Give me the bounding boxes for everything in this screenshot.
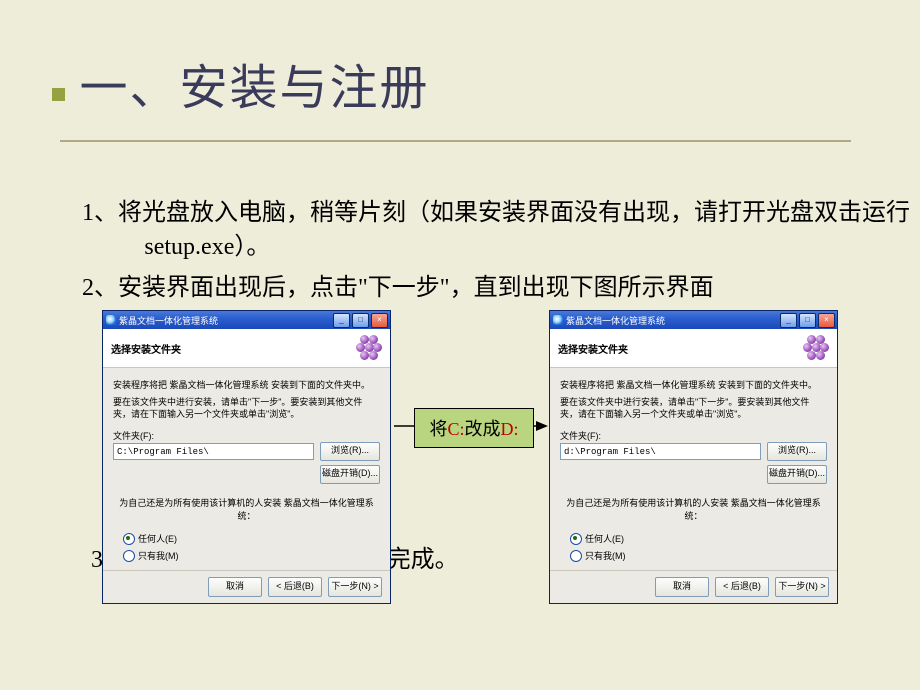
- maximize-button[interactable]: □: [799, 313, 816, 328]
- folder-label: 文件夹(F):: [560, 429, 827, 442]
- radio-only-me-label: 只有我(M): [585, 549, 626, 562]
- callout-from: C:: [447, 419, 464, 439]
- callout-to: D:: [501, 419, 519, 439]
- radio-icon: [570, 533, 582, 545]
- dialog-content: 安装程序将把 紫晶文档一体化管理系统 安装到下面的文件夹中。 要在该文件夹中进行…: [550, 368, 837, 570]
- window-title: 紫晶文档一体化管理系统: [566, 314, 665, 327]
- radio-everyone[interactable]: 任何人(E): [123, 532, 380, 545]
- window-title: 紫晶文档一体化管理系统: [119, 314, 218, 327]
- install-info-2: 要在该文件夹中进行安装，请单击"下一步"。要安装到其他文件夹，请在下面输入另一个…: [113, 396, 380, 420]
- logo-icon: [356, 335, 382, 361]
- folder-path-input[interactable]: [560, 443, 761, 460]
- folder-path-input[interactable]: [113, 443, 314, 460]
- radio-only-me[interactable]: 只有我(M): [123, 549, 380, 562]
- minimize-button[interactable]: _: [333, 313, 350, 328]
- back-button[interactable]: < 后退(B): [715, 577, 769, 597]
- app-icon: [106, 315, 116, 325]
- dialog-header: 选择安装文件夹: [550, 329, 837, 368]
- callout-prefix: 将: [429, 419, 447, 439]
- dialog-content: 安装程序将把 紫晶文档一体化管理系统 安装到下面的文件夹中。 要在该文件夹中进行…: [103, 368, 390, 570]
- install-for-note: 为自己还是为所有使用该计算机的人安装 紫晶文档一体化管理系统：: [560, 496, 827, 522]
- bullet-square-icon: [52, 88, 65, 101]
- dialog-footer: 取消 < 后退(B) 下一步(N) >: [550, 570, 837, 603]
- install-info-1: 安装程序将把 紫晶文档一体化管理系统 安装到下面的文件夹中。: [560, 378, 827, 391]
- dialog-header: 选择安装文件夹: [103, 329, 390, 368]
- app-icon: [553, 315, 563, 325]
- browse-button[interactable]: 浏览(R)...: [767, 442, 827, 461]
- radio-only-me-label: 只有我(M): [138, 549, 179, 562]
- radio-icon: [123, 533, 135, 545]
- disk-cost-button[interactable]: 磁盘开销(D)...: [767, 465, 827, 484]
- radio-everyone[interactable]: 任何人(E): [570, 532, 827, 545]
- title-block: 一、安装与注册: [52, 48, 429, 118]
- radio-everyone-label: 任何人(E): [138, 532, 177, 545]
- close-button[interactable]: ×: [371, 313, 388, 328]
- installer-dialog-before: 紫晶文档一体化管理系统 _ □ × 选择安装文件夹 安装程序将把 紫晶文档一体化…: [102, 310, 391, 604]
- browse-button[interactable]: 浏览(R)...: [320, 442, 380, 461]
- title-underline: [60, 140, 851, 142]
- dialog-header-title: 选择安装文件夹: [558, 341, 628, 356]
- maximize-button[interactable]: □: [352, 313, 369, 328]
- radio-icon: [570, 550, 582, 562]
- titlebar: 紫晶文档一体化管理系统 _ □ ×: [550, 311, 837, 329]
- dialog-footer: 取消 < 后退(B) 下一步(N) >: [103, 570, 390, 603]
- next-button[interactable]: 下一步(N) >: [328, 577, 382, 597]
- paragraph-2: 2、安装界面出现后，点击"下一步"，直到出现下图所示界面: [82, 272, 920, 306]
- folder-label: 文件夹(F):: [113, 429, 380, 442]
- close-button[interactable]: ×: [818, 313, 835, 328]
- back-button[interactable]: < 后退(B): [268, 577, 322, 597]
- cancel-button[interactable]: 取消: [208, 577, 262, 597]
- next-button[interactable]: 下一步(N) >: [775, 577, 829, 597]
- disk-cost-button[interactable]: 磁盘开销(D)...: [320, 465, 380, 484]
- paragraph-1: 1、将光盘放入电脑，稍等片刻（如果安装界面没有出现，请打开光盘双击运行setup…: [82, 197, 920, 264]
- slide-title: 一、安装与注册: [79, 48, 429, 118]
- minimize-button[interactable]: _: [780, 313, 797, 328]
- callout-mid: 改成: [465, 419, 501, 439]
- logo-icon: [803, 335, 829, 361]
- dialog-header-title: 选择安装文件夹: [111, 341, 181, 356]
- radio-only-me[interactable]: 只有我(M): [570, 549, 827, 562]
- install-for-note: 为自己还是为所有使用该计算机的人安装 紫晶文档一体化管理系统：: [113, 496, 380, 522]
- install-info-1: 安装程序将把 紫晶文档一体化管理系统 安装到下面的文件夹中。: [113, 378, 380, 391]
- cancel-button[interactable]: 取消: [655, 577, 709, 597]
- installer-dialog-after: 紫晶文档一体化管理系统 _ □ × 选择安装文件夹 安装程序将把 紫晶文档一体化…: [549, 310, 838, 604]
- radio-icon: [123, 550, 135, 562]
- slide: 一、安装与注册 1、将光盘放入电脑，稍等片刻（如果安装界面没有出现，请打开光盘双…: [0, 0, 920, 690]
- install-info-2: 要在该文件夹中进行安装，请单击"下一步"。要安装到其他文件夹，请在下面输入另一个…: [560, 396, 827, 420]
- radio-everyone-label: 任何人(E): [585, 532, 624, 545]
- change-drive-callout: 将C:改成D:: [414, 408, 534, 448]
- titlebar: 紫晶文档一体化管理系统 _ □ ×: [103, 311, 390, 329]
